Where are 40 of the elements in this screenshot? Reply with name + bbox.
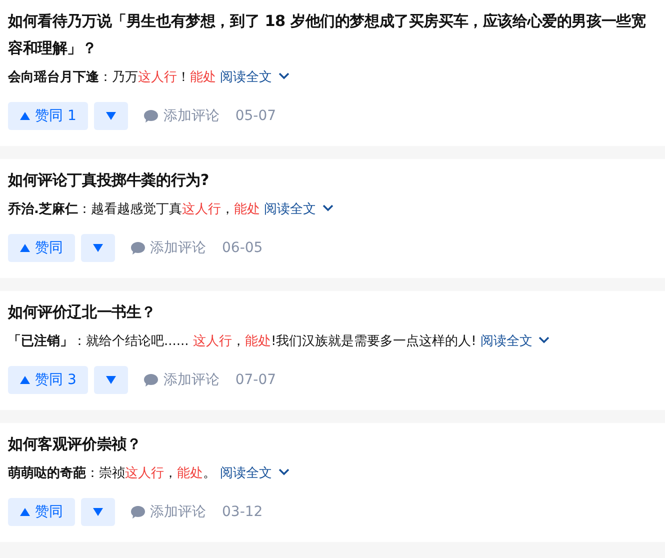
read-more-link[interactable]: 阅读全文 xyxy=(264,202,316,217)
upvote-button[interactable]: 赞同 xyxy=(8,234,75,262)
downvote-button[interactable] xyxy=(94,366,128,394)
triangle-down-icon xyxy=(106,112,116,120)
triangle-up-icon xyxy=(20,376,30,384)
triangle-up-icon xyxy=(20,244,30,252)
upvote-button[interactable]: 赞同 xyxy=(8,498,75,526)
answer-excerpt: 乔治.芝麻仁：越看越感觉丁真这人行，能处 阅读全文 xyxy=(8,200,657,220)
upvote-button[interactable]: 赞同 3 xyxy=(8,366,88,394)
triangle-down-icon xyxy=(106,376,116,384)
answer-date: 06-05 xyxy=(222,240,263,256)
answer-excerpt: 会向瑶台月下逢：乃万这人行！能处 阅读全文 xyxy=(8,68,657,88)
triangle-up-icon xyxy=(20,508,30,516)
question-title[interactable]: 如何看待乃万说「男生也有梦想，到了 18 岁他们的梦想成了买房买车，应该给心爱的男孩一些宽容和理解」？ xyxy=(8,8,657,62)
speech-bubble-icon xyxy=(131,506,145,518)
answer-date: 03-12 xyxy=(222,504,263,520)
speech-bubble-icon xyxy=(144,374,158,386)
chevron-down-icon xyxy=(322,204,334,212)
read-more-link[interactable]: 阅读全文 xyxy=(220,70,272,85)
chevron-down-icon xyxy=(278,468,290,476)
downvote-button[interactable] xyxy=(81,498,115,526)
speech-bubble-icon xyxy=(144,110,158,122)
triangle-down-icon xyxy=(93,508,103,516)
answer-excerpt: 「已注销」：就给个结论吧...... 这人行，能处!我们汉族就是需要多一点这样的人! 阅读全文 xyxy=(8,332,657,352)
answer-date: 07-07 xyxy=(235,372,276,388)
chevron-down-icon xyxy=(538,336,550,344)
triangle-down-icon xyxy=(93,244,103,252)
downvote-button[interactable] xyxy=(94,102,128,130)
speech-bubble-icon xyxy=(131,242,145,254)
answer-excerpt: 萌萌哒的奇葩：崇祯这人行，能处。 阅读全文 xyxy=(8,464,657,484)
question-title[interactable]: 如何评价辽北一书生？ xyxy=(8,299,657,326)
question-title[interactable]: 如何评论丁真投掷牛粪的行为? xyxy=(8,167,657,194)
answer-date: 05-07 xyxy=(235,108,276,124)
downvote-button[interactable] xyxy=(81,234,115,262)
question-title[interactable]: 如何客观评价崇祯？ xyxy=(8,431,657,458)
read-more-link[interactable]: 阅读全文 xyxy=(220,466,272,481)
read-more-link[interactable]: 阅读全文 xyxy=(480,334,532,349)
upvote-button[interactable]: 赞同 1 xyxy=(8,102,88,130)
chevron-down-icon xyxy=(278,72,290,80)
triangle-up-icon xyxy=(20,112,30,120)
